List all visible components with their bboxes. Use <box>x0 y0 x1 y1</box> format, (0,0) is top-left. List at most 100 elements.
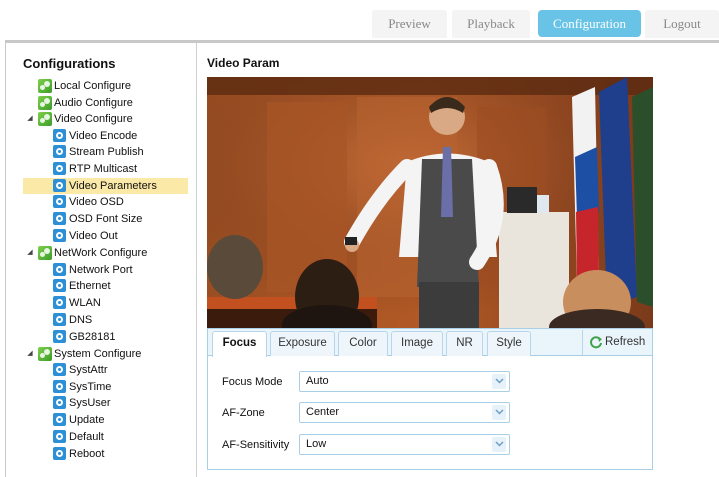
sidebar-item-update[interactable]: Update <box>53 412 188 428</box>
sidebar-item-label: Network Port <box>69 264 133 276</box>
chevron-down-icon <box>492 437 506 452</box>
sidebar-item-label: NetWork Configure <box>54 247 148 259</box>
nav-configuration[interactable]: Configuration <box>538 10 641 37</box>
sidebar-item-label: SysTime <box>69 381 112 393</box>
sidebar-item-label: SysUser <box>69 397 111 409</box>
sidebar-item-label: Video Out <box>69 230 118 242</box>
sidebar-item-stream-publish[interactable]: Stream Publish <box>53 144 188 160</box>
af-sensitivity-label: AF-Sensitivity <box>222 439 290 451</box>
page-title: Video Param <box>207 56 280 70</box>
sidebar-item-label: Audio Configure <box>54 97 133 109</box>
sidebar-item-video-out[interactable]: Video Out <box>53 228 188 244</box>
sidebar-item-label: WLAN <box>69 297 101 309</box>
sidebar-item-label: System Configure <box>54 348 142 360</box>
chevron-down-icon <box>492 374 506 389</box>
focus-mode-value: Auto <box>306 375 329 387</box>
sidebar-item-label: Video Configure <box>54 113 133 125</box>
sidebar-item-wlan[interactable]: WLAN <box>53 295 188 311</box>
settings-item-icon <box>53 363 66 376</box>
settings-folder-icon <box>38 96 52 110</box>
settings-item-icon <box>53 263 66 276</box>
collapse-arrow-icon[interactable]: ◢ <box>26 115 34 123</box>
settings-item-icon <box>53 380 66 393</box>
focus-mode-select[interactable]: Auto <box>299 371 510 392</box>
settings-item-icon <box>53 179 66 192</box>
af-zone-select[interactable]: Center <box>299 402 510 423</box>
sidebar-title: Configurations <box>23 56 116 71</box>
sidebar-item-video-parameters[interactable]: Video Parameters <box>23 178 188 194</box>
sidebar-item-gb28181[interactable]: GB28181 <box>53 329 188 345</box>
settings-item-icon <box>53 330 66 343</box>
settings-item-icon <box>53 195 66 208</box>
sidebar-item-default[interactable]: Default <box>53 429 188 445</box>
settings-item-icon <box>53 279 66 292</box>
settings-item-icon <box>53 162 66 175</box>
settings-folder-icon <box>38 79 52 93</box>
sidebar-item-network-port[interactable]: Network Port <box>53 262 188 278</box>
sidebar-item-video-osd[interactable]: Video OSD <box>53 194 188 210</box>
video-preview <box>207 77 653 328</box>
sidebar-item-local-configure[interactable]: Local Configure <box>38 78 188 94</box>
refresh-button[interactable]: Refresh <box>582 330 652 355</box>
sidebar-item-systime[interactable]: SysTime <box>53 379 188 395</box>
sidebar-item-audio-configure[interactable]: Audio Configure <box>38 95 188 111</box>
sidebar-item-label: GB28181 <box>69 331 116 343</box>
sidebar-item-label: SystAttr <box>69 364 108 376</box>
sidebar-item-label: Ethernet <box>69 280 111 292</box>
tab-color[interactable]: Color <box>338 331 388 356</box>
af-zone-label: AF-Zone <box>222 407 265 419</box>
sidebar-item-label: DNS <box>69 314 93 326</box>
tab-nr[interactable]: NR <box>446 331 483 356</box>
sidebar-item-label: Reboot <box>69 448 105 460</box>
sidebar-item-label: Default <box>69 431 104 443</box>
nav-playback[interactable]: Playback <box>452 10 530 38</box>
settings-item-icon <box>53 296 66 309</box>
nav-logout[interactable]: Logout <box>645 10 719 38</box>
sidebar-item-label: OSD Font Size <box>69 213 143 225</box>
sidebar-item-rtp-multicast[interactable]: RTP Multicast <box>53 161 188 177</box>
refresh-label: Refresh <box>605 336 646 348</box>
sidebar-item-ethernet[interactable]: Ethernet <box>53 278 188 294</box>
sidebar-item-label: Video OSD <box>69 196 124 208</box>
af-zone-value: Center <box>306 406 340 418</box>
sidebar-item-sysuser[interactable]: SysUser <box>53 395 188 411</box>
settings-item-icon <box>53 313 66 326</box>
sidebar-item-label: Update <box>69 414 105 426</box>
sidebar-item-osd-font-size[interactable]: OSD Font Size <box>53 211 188 227</box>
settings-item-icon <box>53 396 66 409</box>
settings-folder-icon <box>38 246 52 260</box>
settings-item-icon <box>53 430 66 443</box>
sidebar-item-system-configure[interactable]: System Configure <box>38 346 188 362</box>
tab-exposure[interactable]: Exposure <box>270 331 335 356</box>
settings-item-icon <box>53 145 66 158</box>
video-frame-image <box>207 77 653 328</box>
settings-folder-icon <box>38 347 52 361</box>
tab-image[interactable]: Image <box>391 331 443 356</box>
sidebar-item-video-encode[interactable]: Video Encode <box>53 128 188 144</box>
sidebar-item-dns[interactable]: DNS <box>53 312 188 328</box>
collapse-arrow-icon[interactable]: ◢ <box>26 249 34 257</box>
refresh-icon <box>590 336 602 349</box>
sidebar-item-label: Video Parameters <box>69 180 157 192</box>
af-sensitivity-select[interactable]: Low <box>299 434 510 455</box>
sidebar-item-reboot[interactable]: Reboot <box>53 446 188 462</box>
top-nav-bar: Preview Playback Configuration Logout <box>0 0 719 40</box>
tab-focus[interactable]: Focus <box>212 331 267 357</box>
settings-item-icon <box>53 447 66 460</box>
sidebar-item-systattr[interactable]: SystAttr <box>53 362 188 378</box>
af-sensitivity-value: Low <box>306 438 327 450</box>
settings-item-icon <box>53 229 66 242</box>
sidebar-item-label: Stream Publish <box>69 146 144 158</box>
sidebar-item-label: RTP Multicast <box>69 163 138 175</box>
focus-mode-label: Focus Mode <box>222 376 283 388</box>
settings-folder-icon <box>38 112 52 126</box>
tab-style[interactable]: Style <box>487 331 531 356</box>
sidebar-item-video-configure[interactable]: Video Configure <box>38 111 188 127</box>
settings-item-icon <box>53 413 66 426</box>
collapse-arrow-icon[interactable]: ◢ <box>26 350 34 358</box>
sidebar-item-label: Local Configure <box>54 80 132 92</box>
settings-item-icon <box>53 212 66 225</box>
chevron-down-icon <box>492 405 506 420</box>
sidebar-item-network-configure[interactable]: NetWork Configure <box>38 245 188 261</box>
nav-preview[interactable]: Preview <box>372 10 447 38</box>
